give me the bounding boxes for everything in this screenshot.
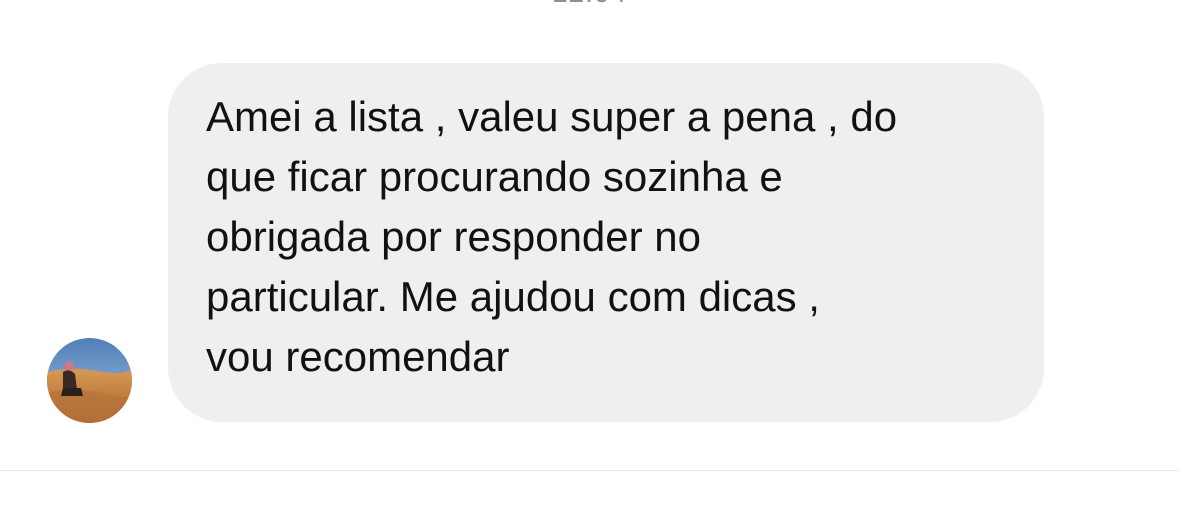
- chat-thread: 12:04 Amei a lista , valeu super a pena: [0, 0, 1179, 507]
- message-timestamp: 12:04: [0, 0, 1179, 8]
- message-bubble[interactable]: Amei a lista , valeu super a pena , do q…: [168, 63, 1044, 422]
- sender-avatar[interactable]: [47, 338, 132, 423]
- profile-photo-icon: [47, 338, 132, 423]
- message-text: Amei a lista , valeu super a pena , do q…: [206, 93, 898, 380]
- divider: [0, 470, 1179, 471]
